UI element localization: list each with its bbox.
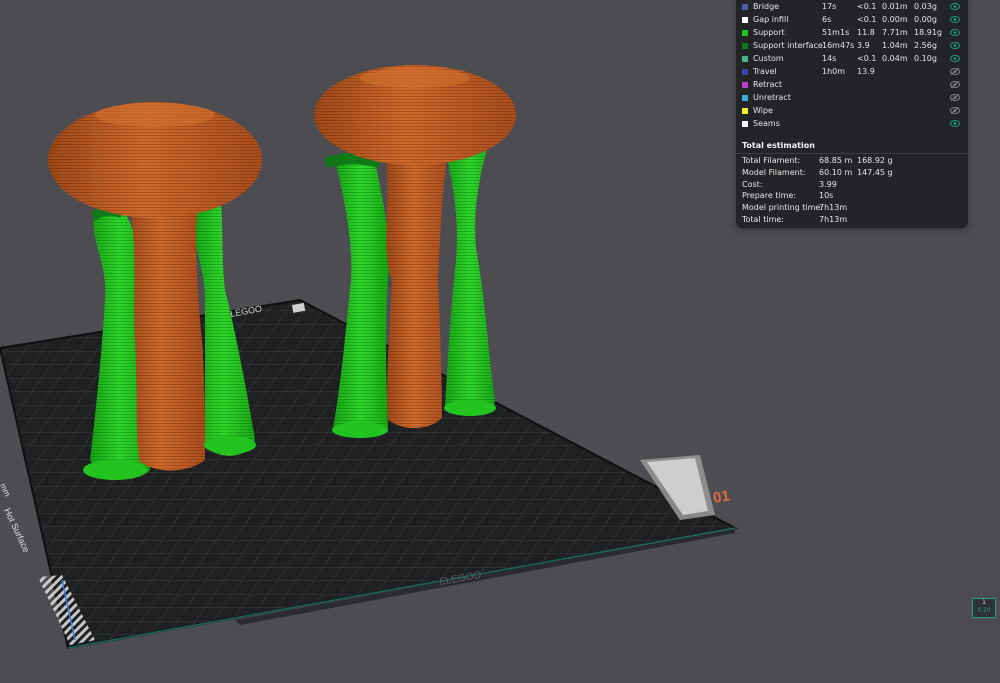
legend-name: Travel bbox=[753, 67, 777, 76]
legend-swatch bbox=[742, 17, 748, 23]
legend-row-wipe: Wipe bbox=[742, 104, 964, 117]
legend-percent: 13.9 bbox=[857, 67, 875, 76]
legend-length: 7.71m bbox=[882, 28, 908, 37]
legend-name: Retract bbox=[753, 80, 782, 89]
legend-row-retract: Retract bbox=[742, 78, 964, 91]
legend-weight: 0.00g bbox=[914, 15, 937, 24]
legend-time: 16m47s bbox=[822, 41, 855, 50]
slice-statistics-panel: Bridge 17s <0.1 0.01m 0.03g Gap infill 6s <0.1 0… bbox=[736, 0, 968, 228]
estimation-label: Model printing time: bbox=[742, 203, 824, 213]
legend-name: Unretract bbox=[753, 93, 791, 102]
estimation-row: Model Filament: 60.10 m 147.45 g bbox=[742, 167, 964, 179]
legend-swatch bbox=[742, 121, 748, 127]
layer-slider-bottom: 0.20 bbox=[977, 607, 991, 614]
estimation-label: Cost: bbox=[742, 179, 763, 189]
layer-slider-handle[interactable]: 1 0.20 bbox=[972, 598, 996, 618]
legend-length: 0.04m bbox=[882, 54, 908, 63]
right-model-with-supports[interactable] bbox=[314, 65, 516, 438]
estimation-value: 7h13m bbox=[819, 203, 848, 213]
legend-weight: 0.10g bbox=[914, 54, 937, 63]
legend-weight: 2.56g bbox=[914, 41, 937, 50]
eye-icon[interactable] bbox=[950, 0, 960, 10]
legend-row-gap-infill: Gap infill 6s <0.1 0.00m 0.00g bbox=[742, 13, 964, 26]
legend-percent: 11.8 bbox=[857, 28, 875, 37]
legend-swatch bbox=[742, 43, 748, 49]
legend-swatch bbox=[742, 82, 748, 88]
legend-percent: <0.1 bbox=[857, 54, 877, 63]
legend-row-custom: Custom 14s <0.1 0.04m 0.10g bbox=[742, 52, 964, 65]
legend-percent: 3.9 bbox=[857, 41, 870, 50]
bed-dimension-fragment: mm bbox=[0, 482, 12, 498]
estimation-row: Total time: 7h13m bbox=[742, 214, 964, 226]
eye-hidden-icon[interactable] bbox=[950, 78, 960, 88]
legend-time: 1h0m bbox=[822, 67, 846, 76]
legend-weight: 18.91g bbox=[914, 28, 942, 37]
estimation-divider bbox=[736, 153, 968, 154]
estimation-row: Total Filament: 68.85 m 168.92 g bbox=[742, 155, 964, 167]
legend-percent: <0.1 bbox=[857, 2, 877, 11]
legend-name: Support bbox=[753, 28, 785, 37]
estimation-label: Total time: bbox=[742, 215, 784, 224]
legend-swatch bbox=[742, 95, 748, 101]
legend-time: 17s bbox=[822, 2, 837, 11]
plate-label: Hot Surface bbox=[2, 507, 31, 554]
legend-row-support-interface: Support interface 16m47s 3.9 1.04m 2.56g bbox=[742, 39, 964, 52]
estimation-row: Model printing time: 7h13m bbox=[742, 202, 964, 214]
estimation-row: Cost: 3.99 bbox=[742, 179, 964, 191]
eye-icon[interactable] bbox=[950, 13, 960, 23]
estimation-row: Prepare time: 10s bbox=[742, 190, 964, 202]
layer-slider-top: 1 bbox=[982, 599, 986, 606]
legend-swatch bbox=[742, 108, 748, 114]
legend-name: Bridge bbox=[753, 2, 780, 11]
legend-time: 14s bbox=[822, 54, 837, 63]
estimation-weight: 168.92 g bbox=[857, 156, 893, 165]
legend-time: 51m1s bbox=[822, 28, 850, 37]
legend-swatch bbox=[742, 30, 748, 36]
legend-length: 0.00m bbox=[882, 15, 908, 24]
legend-name: Gap infill bbox=[753, 15, 789, 24]
estimation-value: 3.99 bbox=[819, 179, 837, 189]
legend-name: Seams bbox=[753, 119, 780, 128]
legend-time: 6s bbox=[822, 15, 832, 24]
estimation-value: 68.85 m bbox=[819, 156, 853, 165]
legend-weight: 0.03g bbox=[914, 2, 937, 11]
estimation-label: Model Filament: bbox=[742, 167, 806, 177]
legend-swatch bbox=[742, 69, 748, 75]
legend-percent: <0.1 bbox=[857, 15, 877, 24]
eye-hidden-icon[interactable] bbox=[950, 91, 960, 101]
legend-row-seams: Seams bbox=[742, 117, 964, 130]
legend-row-bridge: Bridge 17s <0.1 0.01m 0.03g bbox=[742, 0, 964, 13]
left-support-base bbox=[83, 460, 147, 480]
legend-swatch bbox=[742, 4, 748, 10]
legend-swatch bbox=[742, 56, 748, 62]
estimation-label: Prepare time: bbox=[742, 191, 797, 201]
eye-icon[interactable] bbox=[950, 117, 960, 127]
legend-row-travel: Travel 1h0m 13.9 bbox=[742, 65, 964, 78]
eye-hidden-icon[interactable] bbox=[950, 65, 960, 75]
legend-name: Custom bbox=[753, 54, 784, 63]
eye-icon[interactable] bbox=[950, 52, 960, 62]
legend-name: Support interface bbox=[753, 41, 823, 50]
estimation-value: 10s bbox=[819, 191, 834, 201]
eye-hidden-icon[interactable] bbox=[950, 104, 960, 114]
estimation-value: 60.10 m bbox=[819, 167, 853, 177]
legend-row-support: Support 51m1s 11.8 7.71m 18.91g bbox=[742, 26, 964, 39]
legend-length: 1.04m bbox=[882, 41, 908, 50]
legend-row-unretract: Unretract bbox=[742, 91, 964, 104]
plate-number: 01 bbox=[712, 487, 731, 507]
eye-icon[interactable] bbox=[950, 26, 960, 36]
estimation-label: Total Filament: bbox=[742, 156, 801, 165]
legend-length: 0.01m bbox=[882, 2, 908, 11]
eye-icon[interactable] bbox=[950, 39, 960, 49]
legend-name: Wipe bbox=[753, 106, 773, 115]
estimation-value: 7h13m bbox=[819, 215, 848, 224]
estimation-weight: 147.45 g bbox=[857, 167, 893, 177]
right-support-base bbox=[332, 422, 388, 438]
total-estimation-title: Total estimation bbox=[742, 141, 815, 150]
